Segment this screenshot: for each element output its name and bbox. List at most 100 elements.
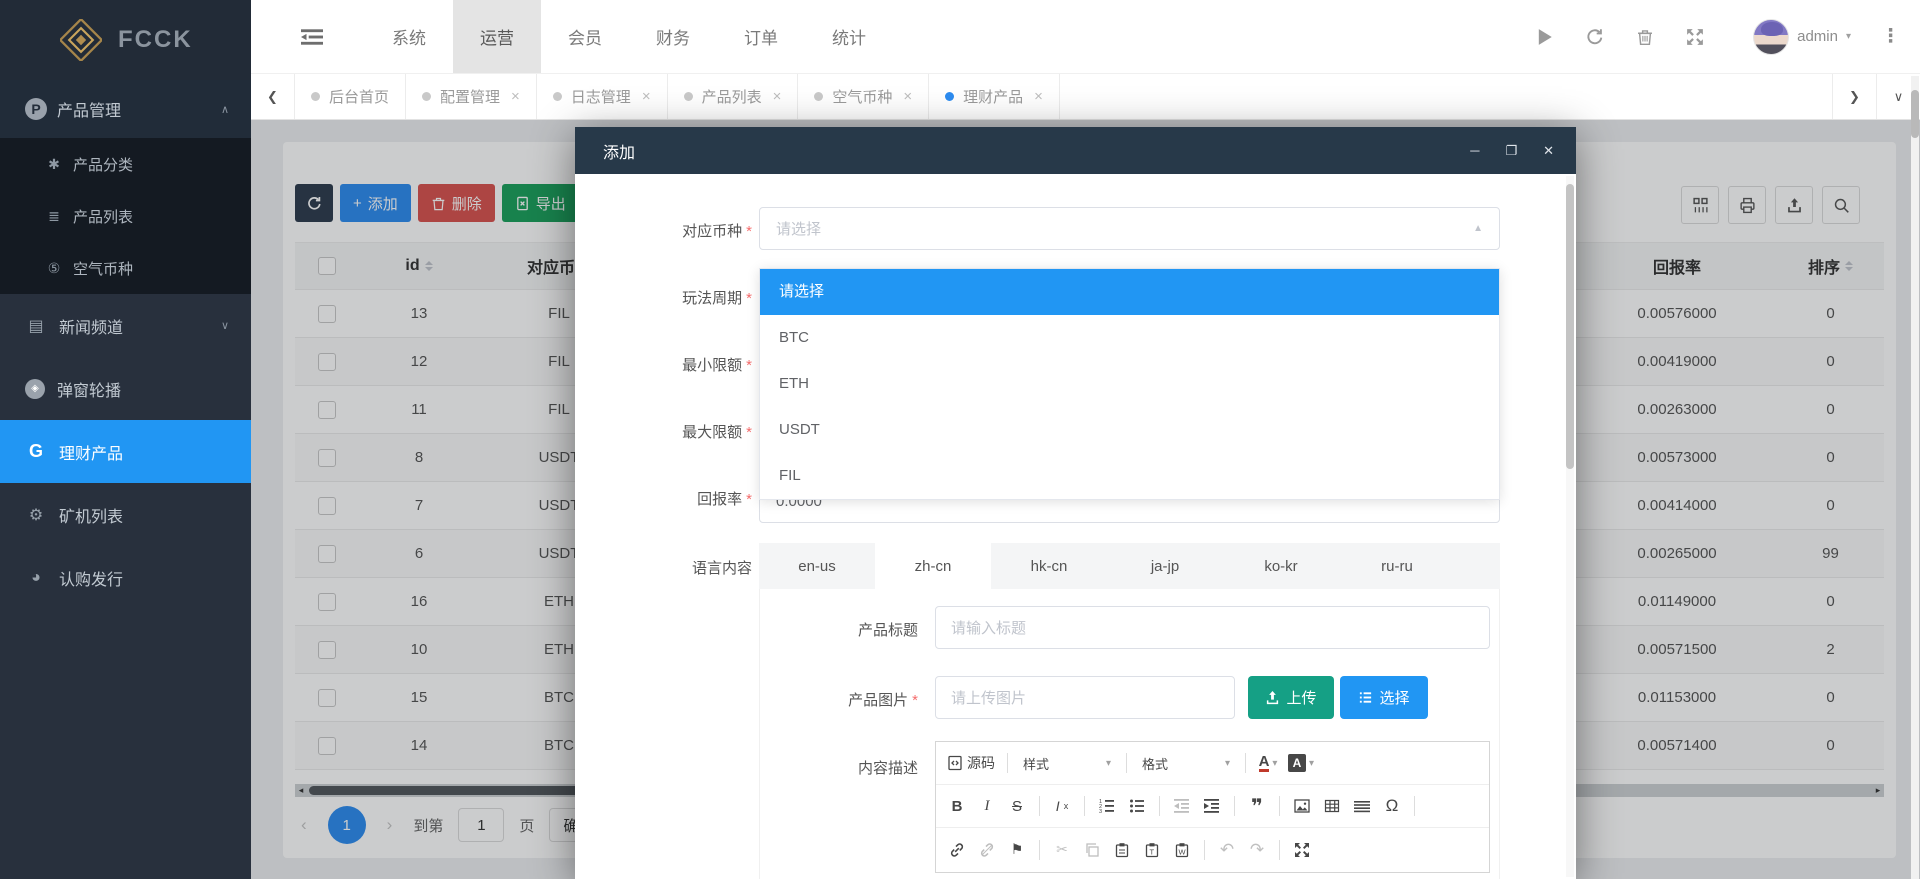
bg-color-button[interactable]: A ▾ (1285, 749, 1317, 777)
image-input[interactable]: 请上传图片 (935, 676, 1235, 719)
tab-close-icon[interactable]: × (511, 88, 520, 105)
sidebar-item-label: 新闻频道 (59, 314, 123, 338)
tab[interactable]: 日志管理 × (537, 74, 668, 119)
anchor-flag-button[interactable]: ⚑ (1004, 836, 1030, 864)
image-placeholder: 请上传图片 (951, 687, 1026, 708)
dropdown-option[interactable]: 请选择 (760, 269, 1499, 315)
nav-item[interactable]: 订单 (717, 0, 805, 73)
sidebar-item[interactable]: ⚙ 矿机列表 (0, 483, 251, 546)
lang-tab[interactable]: hk-cn (991, 543, 1107, 589)
insert-image-button[interactable] (1289, 792, 1315, 820)
avatar[interactable] (1753, 19, 1789, 55)
kebab-menu-icon[interactable]: ⋮ (1881, 25, 1900, 48)
add-dialog: 添加 ─ ❐ ✕ 对应币种* 请选择 ▲ 玩法周期* 最小限额* 最大限额* 回… (575, 127, 1576, 879)
redo-button[interactable]: ↷ (1244, 836, 1270, 864)
special-char-button[interactable]: Ω (1379, 792, 1405, 820)
sidebar-item[interactable]: ◈ 弹窗轮播 (0, 357, 251, 420)
user-menu[interactable]: admin ▾ (1735, 19, 1851, 55)
indent-button[interactable] (1199, 792, 1225, 820)
sidebar-item-label: 弹窗轮播 (57, 377, 121, 401)
paste-text-button[interactable]: T (1139, 836, 1165, 864)
sidebar-item[interactable]: ✱ 产品分类 (0, 138, 251, 190)
tab-close-icon[interactable]: × (642, 88, 651, 105)
tabs-scroll-right-icon[interactable]: ❯ (1832, 74, 1876, 119)
lang-tab[interactable]: zh-cn (875, 543, 991, 589)
undo-button[interactable]: ↶ (1214, 836, 1240, 864)
sidebar-item[interactable]: ▤ 新闻频道 ∨ (0, 294, 251, 357)
dropdown-option[interactable]: FIL (760, 453, 1499, 499)
nav-item[interactable]: 系统 (365, 0, 453, 73)
tab-close-icon[interactable]: × (773, 88, 782, 105)
tab-dot-icon (684, 92, 693, 101)
ordered-list-button[interactable]: 123 (1094, 792, 1120, 820)
text-color-button[interactable]: A ▾ (1255, 749, 1281, 777)
choose-button[interactable]: 选择 (1340, 676, 1428, 719)
trash-icon[interactable] (1635, 27, 1655, 47)
sidebar-item[interactable]: G 理财产品 (0, 420, 251, 483)
maximize-editor-button[interactable] (1289, 836, 1315, 864)
nav-item[interactable]: 运营 (453, 0, 541, 73)
lang-tab[interactable]: ru-ru (1339, 543, 1455, 589)
format-combo[interactable]: 格式 ▾ (1136, 749, 1236, 777)
dropdown-option[interactable]: ETH (760, 361, 1499, 407)
modal-scrollbar[interactable] (1566, 176, 1574, 877)
nav-item-label: 订单 (744, 24, 778, 49)
sidebar-item[interactable]: ⑤ 空气币种 (0, 242, 251, 294)
nav-item[interactable]: 统计 (805, 0, 893, 73)
tab[interactable]: 后台首页 × (295, 74, 406, 119)
refresh-icon[interactable] (1585, 27, 1605, 47)
page-scrollbar-thumb[interactable] (1911, 90, 1919, 138)
list-icon (1358, 690, 1373, 705)
tab-label: 配置管理 (440, 86, 500, 107)
sidebar-item[interactable]: P 产品管理 ∧ (0, 80, 251, 138)
tab-close-icon[interactable]: × (903, 88, 912, 105)
nav-item[interactable]: 财务 (629, 0, 717, 73)
paste-button[interactable] (1109, 836, 1135, 864)
cut-button[interactable]: ✂ (1049, 836, 1075, 864)
fullscreen-icon[interactable] (1685, 27, 1705, 47)
play-icon[interactable] (1535, 27, 1555, 47)
dialog-header[interactable]: 添加 ─ ❐ ✕ (575, 127, 1576, 174)
source-code-button[interactable]: 源码 (944, 749, 998, 777)
lang-tab[interactable]: ko-kr (1223, 543, 1339, 589)
dropdown-option[interactable]: USDT (760, 407, 1499, 453)
unlink-button[interactable] (974, 836, 1000, 864)
italic-button[interactable]: I (974, 792, 1000, 820)
bold-button[interactable]: B (944, 792, 970, 820)
minimize-icon[interactable]: ─ (1470, 144, 1479, 157)
sidebar-toggle-icon[interactable] (301, 0, 323, 73)
tab[interactable]: 配置管理 × (406, 74, 537, 119)
coin-select[interactable]: 请选择 ▲ (759, 207, 1500, 250)
title-input[interactable]: 请输入标题 (935, 606, 1490, 649)
tab-close-icon[interactable]: × (1034, 88, 1043, 105)
page-scrollbar[interactable] (1911, 76, 1919, 879)
remove-format-button[interactable]: Ix (1049, 792, 1075, 820)
modal-scrollbar-thumb[interactable] (1566, 184, 1574, 469)
horizontal-rule-button[interactable] (1349, 792, 1375, 820)
maximize-icon[interactable]: ❐ (1505, 144, 1517, 157)
tab[interactable]: 空气币种 × (798, 74, 929, 119)
blockquote-button[interactable]: ❞ (1244, 792, 1270, 820)
tab[interactable]: 理财产品 × (929, 74, 1060, 119)
bullet-list-button[interactable] (1124, 792, 1150, 820)
lang-tab[interactable]: ja-jp (1107, 543, 1223, 589)
app-logo[interactable]: FCCK (0, 0, 251, 80)
link-button[interactable] (944, 836, 970, 864)
sidebar-menu: P 产品管理 ∧ ✱ 产品分类 ≣ 产品列表 ⑤ 空气币种 (0, 80, 251, 609)
tab-dot-icon (311, 92, 320, 101)
upload-button[interactable]: 上传 (1248, 676, 1334, 719)
nav-item[interactable]: 会员 (541, 0, 629, 73)
tab[interactable]: 产品列表 × (668, 74, 799, 119)
outdent-button[interactable] (1169, 792, 1195, 820)
close-icon[interactable]: ✕ (1543, 144, 1554, 157)
copy-button[interactable] (1079, 836, 1105, 864)
sidebar-item[interactable]: ◕ 认购发行 (0, 546, 251, 609)
dropdown-option[interactable]: BTC (760, 315, 1499, 361)
lang-tab[interactable]: en-us (759, 543, 875, 589)
insert-table-button[interactable] (1319, 792, 1345, 820)
sidebar-item[interactable]: ≣ 产品列表 (0, 190, 251, 242)
styles-combo[interactable]: 样式 ▾ (1017, 749, 1117, 777)
paste-word-button[interactable]: W (1169, 836, 1195, 864)
tabs-scroll-left-icon[interactable]: ❮ (251, 74, 295, 119)
strikethrough-button[interactable]: S (1004, 792, 1030, 820)
